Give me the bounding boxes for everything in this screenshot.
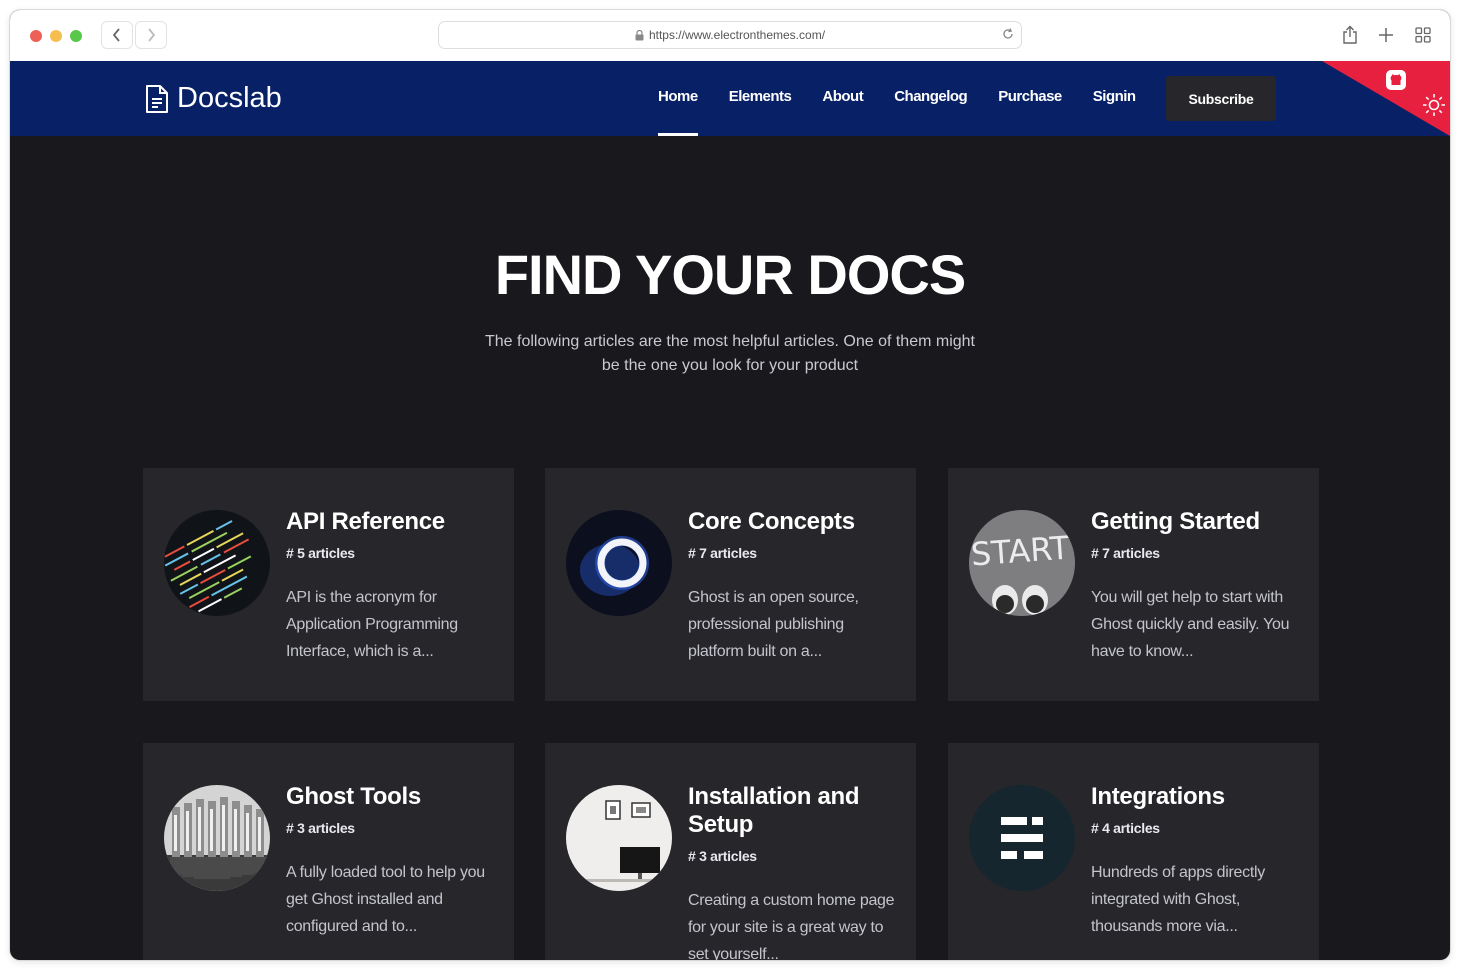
- url-text: https://www.electronthemes.com/: [648, 28, 826, 42]
- nav-about[interactable]: About: [822, 61, 863, 136]
- card-title-text[interactable]: Integrations: [1091, 783, 1301, 811]
- core-concepts-thumbnail: [566, 510, 672, 616]
- category-card-core-concepts[interactable]: Core Concepts # 7 articles Ghost is an o…: [545, 468, 916, 701]
- category-card-getting-started[interactable]: START Getting Started # 7 articles You w…: [948, 468, 1319, 701]
- site-logo[interactable]: Docslab: [145, 82, 282, 115]
- card-description: Ghost is an open source, professional pu…: [688, 589, 859, 660]
- card-title-api-reference[interactable]: API Reference # 5 articles API is the ac…: [286, 508, 496, 665]
- nav-changelog[interactable]: Changelog: [894, 61, 968, 136]
- card-title-text[interactable]: Installation and Setup: [688, 783, 898, 839]
- browser-window: https://www.electronthemes.com/ Docslab …: [10, 10, 1450, 960]
- lock-icon: [635, 29, 644, 40]
- grid-icon: [1415, 27, 1431, 43]
- integrations-thumbnail: [969, 785, 1075, 891]
- minimize-window-button[interactable]: [50, 30, 62, 42]
- share-button[interactable]: [1337, 22, 1363, 48]
- card-title-getting-started[interactable]: Getting Started # 7 articles You will ge…: [1091, 508, 1301, 665]
- card-article-count: # 4 articles: [1091, 820, 1160, 836]
- main-nav: Home Elements About Changelog Purchase S…: [658, 61, 1167, 136]
- card-article-count: # 7 articles: [688, 545, 757, 561]
- card-description: Creating a custom home page for your sit…: [688, 892, 895, 960]
- chevron-left-icon: [112, 28, 120, 42]
- page-title: FIND YOUR DOCS: [494, 243, 966, 306]
- category-card-api-reference[interactable]: API Reference # 5 articles API is the ac…: [143, 468, 514, 701]
- site-header: Docslab Home Elements About Changelog Pu…: [10, 61, 1450, 136]
- card-article-count: # 3 articles: [286, 820, 355, 836]
- card-title-text[interactable]: Core Concepts: [688, 508, 898, 536]
- start-sign-text: START: [970, 529, 1072, 574]
- card-title-text[interactable]: Ghost Tools: [286, 783, 496, 811]
- share-icon: [1343, 25, 1357, 44]
- maximize-window-button[interactable]: [70, 30, 82, 42]
- card-article-count: # 3 articles: [688, 848, 757, 864]
- category-card-ghost-tools[interactable]: Ghost Tools # 3 articles A fully loaded …: [143, 743, 514, 960]
- new-tab-button[interactable]: [1373, 22, 1399, 48]
- chevron-right-icon: [148, 28, 156, 42]
- nav-purchase[interactable]: Purchase: [998, 61, 1062, 136]
- card-article-count: # 5 articles: [286, 545, 355, 561]
- card-description: Hundreds of apps directly integrated wit…: [1091, 864, 1265, 935]
- card-title-core-concepts[interactable]: Core Concepts # 7 articles Ghost is an o…: [688, 508, 898, 665]
- card-description: A fully loaded tool to help you get Ghos…: [286, 864, 485, 935]
- category-card-installation-and-setup[interactable]: Installation and Setup # 3 articles Crea…: [545, 743, 916, 960]
- close-window-button[interactable]: [30, 30, 42, 42]
- card-title-text[interactable]: API Reference: [286, 508, 496, 536]
- nav-signin[interactable]: Signin: [1093, 61, 1136, 136]
- getting-started-thumbnail: START: [969, 510, 1075, 616]
- nav-elements[interactable]: Elements: [729, 61, 792, 136]
- address-bar[interactable]: https://www.electronthemes.com/: [438, 21, 1022, 49]
- logo-text: Docslab: [177, 82, 282, 114]
- back-button[interactable]: [101, 21, 133, 49]
- card-title-integrations[interactable]: Integrations # 4 articles Hundreds of ap…: [1091, 783, 1301, 940]
- page-subtitle: The following articles are the most help…: [485, 333, 975, 374]
- github-icon[interactable]: [1386, 70, 1406, 90]
- nav-home[interactable]: Home: [658, 61, 698, 136]
- forward-button[interactable]: [135, 21, 167, 49]
- category-card-integrations[interactable]: Integrations # 4 articles Hundreds of ap…: [948, 743, 1319, 960]
- card-description: You will get help to start with Ghost qu…: [1091, 589, 1290, 660]
- corner-ribbon: [1322, 61, 1450, 136]
- card-title-text[interactable]: Getting Started: [1091, 508, 1301, 536]
- ghost-tools-thumbnail: [164, 785, 270, 891]
- reload-icon[interactable]: [1001, 27, 1015, 41]
- api-reference-thumbnail: [164, 510, 270, 616]
- card-description: API is the acronym for Application Progr…: [286, 589, 458, 660]
- tab-overview-button[interactable]: [1410, 22, 1436, 48]
- card-article-count: # 7 articles: [1091, 545, 1160, 561]
- browser-toolbar: https://www.electronthemes.com/: [10, 10, 1450, 61]
- card-title-installation-and-setup[interactable]: Installation and Setup # 3 articles Crea…: [688, 783, 898, 960]
- plus-icon: [1379, 28, 1393, 42]
- document-icon: [146, 84, 168, 113]
- subscribe-button[interactable]: Subscribe: [1166, 76, 1276, 121]
- installation-setup-thumbnail: [566, 785, 672, 891]
- card-title-ghost-tools[interactable]: Ghost Tools # 3 articles A fully loaded …: [286, 783, 496, 940]
